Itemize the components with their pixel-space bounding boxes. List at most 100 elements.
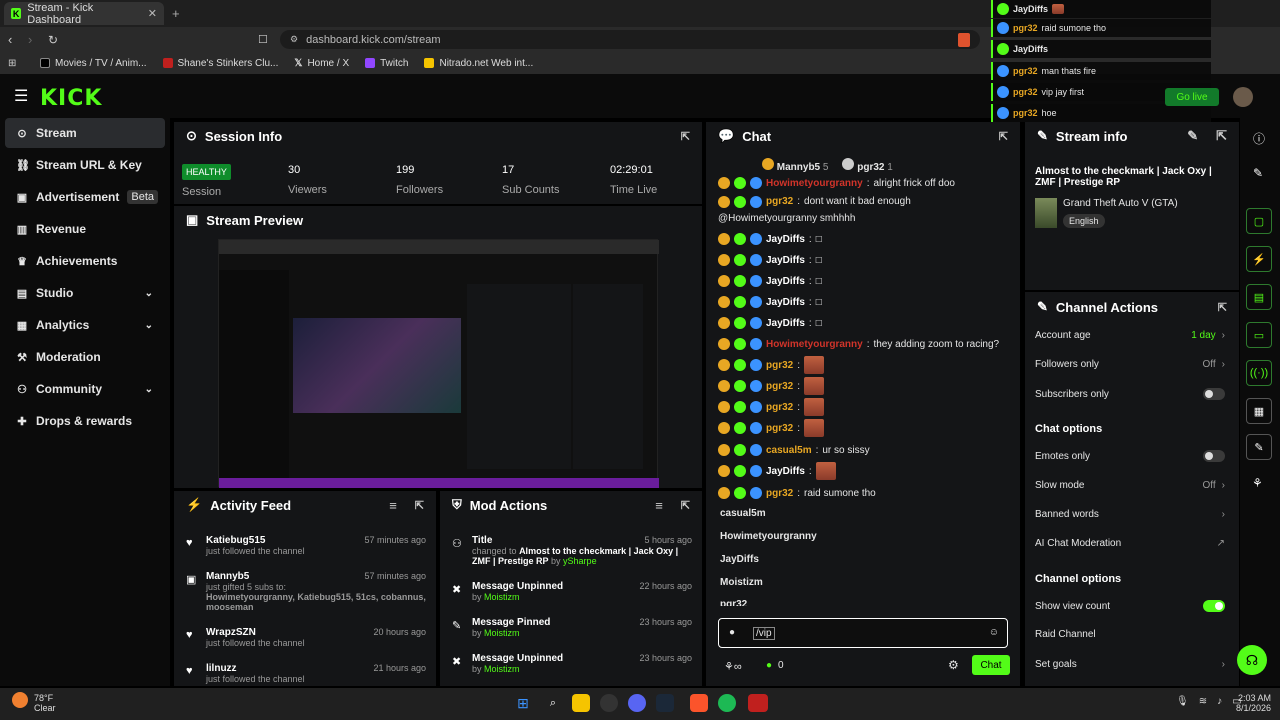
bookmark-item[interactable]: Twitch bbox=[365, 58, 408, 69]
bookmark-icon[interactable]: ☐ bbox=[258, 33, 268, 46]
system-tray[interactable]: 🎙 ≋ ♪ ▭ bbox=[1176, 696, 1242, 707]
sidebar-item-studio[interactable]: ▤ Studio ⌄ bbox=[5, 278, 165, 308]
points-display[interactable]: ● 0 bbox=[766, 660, 784, 671]
community-icon[interactable]: ⚘ bbox=[1252, 476, 1263, 490]
chat-username[interactable]: pgr32 bbox=[766, 423, 793, 434]
chat-username[interactable]: Howimetyourgranny bbox=[766, 339, 863, 350]
emoji-icon[interactable]: ☺ bbox=[989, 627, 999, 638]
weather-icon[interactable] bbox=[12, 692, 28, 708]
sidebar-item-drops-rewards[interactable]: ✚ Drops & rewards bbox=[5, 406, 165, 436]
set-goals-setting[interactable]: Set goals › bbox=[1035, 659, 1225, 670]
chat-username[interactable]: JayDiffs bbox=[766, 255, 805, 266]
suggestion-item[interactable]: casual5m bbox=[720, 508, 766, 519]
clock[interactable]: 2:03 AM 8/1/2026 bbox=[1236, 693, 1271, 713]
popout-icon[interactable]: ⇱ bbox=[681, 130, 690, 143]
go-live-button[interactable]: Go live bbox=[1165, 88, 1219, 106]
chat-username[interactable]: pgr32 bbox=[766, 381, 793, 392]
url-field[interactable]: ⚙ dashboard.kick.com/stream bbox=[280, 30, 980, 49]
account-age-setting[interactable]: Account age 1 day › bbox=[1035, 330, 1225, 341]
kick-logo[interactable]: KICK bbox=[40, 86, 102, 111]
chat-username[interactable]: JayDiffs bbox=[766, 466, 805, 477]
stream-preview-video[interactable] bbox=[218, 239, 659, 488]
sidebar-item-moderation[interactable]: ⚒ Moderation bbox=[5, 342, 165, 372]
chat-icon[interactable]: ▭ bbox=[1246, 322, 1272, 348]
bookmark-item[interactable]: Nitrado.net Web int... bbox=[424, 58, 533, 69]
bolt-icon[interactable]: ⚡ bbox=[1246, 246, 1272, 272]
chat-username[interactable]: Howimetyourgranny bbox=[766, 178, 863, 189]
chat-username[interactable]: casual5m bbox=[766, 445, 812, 456]
edit-icon[interactable]: ✎ bbox=[1253, 166, 1263, 180]
reload-icon[interactable]: ↻ bbox=[48, 33, 58, 47]
suggestion-item[interactable]: Howimetyourgranny bbox=[720, 531, 817, 542]
banned-words-setting[interactable]: Banned words › bbox=[1035, 509, 1225, 520]
followers-only-setting[interactable]: Followers only Off › bbox=[1035, 359, 1225, 370]
chat-username[interactable]: pgr32 bbox=[766, 402, 793, 413]
forward-icon[interactable]: › bbox=[28, 32, 32, 47]
chat-username[interactable]: pgr32 bbox=[766, 196, 793, 207]
suggestion-item[interactable]: pgr32 bbox=[720, 599, 747, 606]
popout-icon[interactable]: ⇱ bbox=[1218, 301, 1227, 314]
back-icon[interactable]: ‹ bbox=[8, 32, 12, 47]
sidebar-item-achievements[interactable]: ♛ Achievements bbox=[5, 246, 165, 276]
brave-icon[interactable] bbox=[690, 694, 708, 712]
info-icon[interactable]: ⓘ bbox=[1253, 130, 1265, 147]
site-info-icon[interactable]: ⚙ bbox=[290, 34, 298, 45]
popout-icon[interactable]: ⇱ bbox=[681, 499, 690, 512]
chat-settings-icon[interactable]: ⚙ bbox=[948, 658, 959, 672]
discord-icon[interactable] bbox=[628, 694, 646, 712]
subscribers-only-toggle[interactable] bbox=[1203, 388, 1225, 400]
sidebar-item-community[interactable]: ⚇ Community ⌄ bbox=[5, 374, 165, 404]
filter-icon[interactable]: ≡ bbox=[655, 498, 663, 513]
browser-tab[interactable]: K Stream - Kick Dashboard ✕ bbox=[4, 2, 164, 26]
start-icon[interactable]: ⊞ bbox=[514, 694, 532, 712]
raid-channel-setting[interactable]: Raid Channel bbox=[1035, 629, 1225, 640]
chat-username[interactable]: JayDiffs bbox=[766, 276, 805, 287]
sidebar-item-analytics[interactable]: ▦ Analytics ⌄ bbox=[5, 310, 165, 340]
send-chat-button[interactable]: Chat bbox=[972, 655, 1010, 675]
edit-icon[interactable]: ✎ bbox=[1187, 128, 1198, 144]
brave-shield-icon[interactable] bbox=[958, 33, 970, 47]
bookmark-item[interactable]: Shane's Stinkers Clu... bbox=[162, 58, 278, 69]
menu-icon[interactable]: ☰ bbox=[14, 86, 28, 106]
sidebar-item-advertisement[interactable]: ▣ Advertisement Beta bbox=[5, 182, 165, 212]
clip-icon[interactable]: ▢ bbox=[1246, 208, 1272, 234]
steam-icon[interactable] bbox=[656, 694, 674, 712]
weather-widget[interactable]: 78°F Clear bbox=[34, 693, 56, 713]
popout-icon[interactable]: ⇱ bbox=[415, 499, 424, 512]
app-icon[interactable] bbox=[748, 694, 768, 712]
file-explorer-icon[interactable] bbox=[572, 694, 590, 712]
emote-picker-icon[interactable]: ● bbox=[729, 627, 735, 638]
filter-icon[interactable]: ≡ bbox=[389, 498, 397, 513]
layout-icon[interactable]: ▦ bbox=[1246, 398, 1272, 424]
chat-input[interactable]: ● /vip ☺ bbox=[718, 618, 1008, 648]
chat-username[interactable]: pgr32 bbox=[766, 360, 793, 371]
suggestion-item[interactable]: JayDiffs bbox=[720, 554, 759, 565]
chat-username[interactable]: pgr32 bbox=[766, 488, 793, 499]
sidebar-item-revenue[interactable]: ▥ Revenue bbox=[5, 214, 165, 244]
show-view-count-toggle[interactable] bbox=[1203, 600, 1225, 612]
broadcast-icon[interactable]: ((·)) bbox=[1246, 360, 1272, 386]
popout-icon[interactable]: ⇱ bbox=[1216, 128, 1227, 144]
chat-username[interactable]: JayDiffs bbox=[766, 318, 805, 329]
spotify-icon[interactable] bbox=[718, 694, 736, 712]
emotes-only-toggle[interactable] bbox=[1203, 450, 1225, 462]
suggestion-item[interactable]: Moistizm bbox=[720, 577, 763, 588]
avatar[interactable] bbox=[1233, 87, 1253, 107]
apps-grid-icon[interactable]: ⊞ bbox=[8, 58, 16, 69]
obs-icon[interactable] bbox=[600, 694, 618, 712]
sidebar-item-stream[interactable]: ⊙ Stream bbox=[5, 118, 165, 148]
extensions-icon[interactable]: ⚘∞ bbox=[724, 660, 742, 673]
new-tab-icon[interactable]: + bbox=[172, 6, 180, 21]
chat-username[interactable]: JayDiffs bbox=[766, 234, 805, 245]
close-tab-icon[interactable]: ✕ bbox=[148, 7, 157, 20]
ai-chat-moderation-setting[interactable]: AI Chat Moderation ↗ bbox=[1035, 538, 1225, 549]
bookmark-item[interactable]: 𝕏 Home / X bbox=[294, 58, 349, 69]
chat-username[interactable]: JayDiffs bbox=[766, 297, 805, 308]
sidebar-item-stream-url-key[interactable]: ⛓ Stream URL & Key bbox=[5, 150, 165, 180]
wrench-icon[interactable]: ✎ bbox=[1246, 434, 1272, 460]
search-icon[interactable]: ⌕ bbox=[544, 694, 562, 712]
support-icon[interactable]: ☊ bbox=[1237, 645, 1267, 675]
document-icon[interactable]: ▤ bbox=[1246, 284, 1272, 310]
popout-icon[interactable]: ⇱ bbox=[999, 130, 1008, 143]
slow-mode-setting[interactable]: Slow mode Off › bbox=[1035, 480, 1225, 491]
